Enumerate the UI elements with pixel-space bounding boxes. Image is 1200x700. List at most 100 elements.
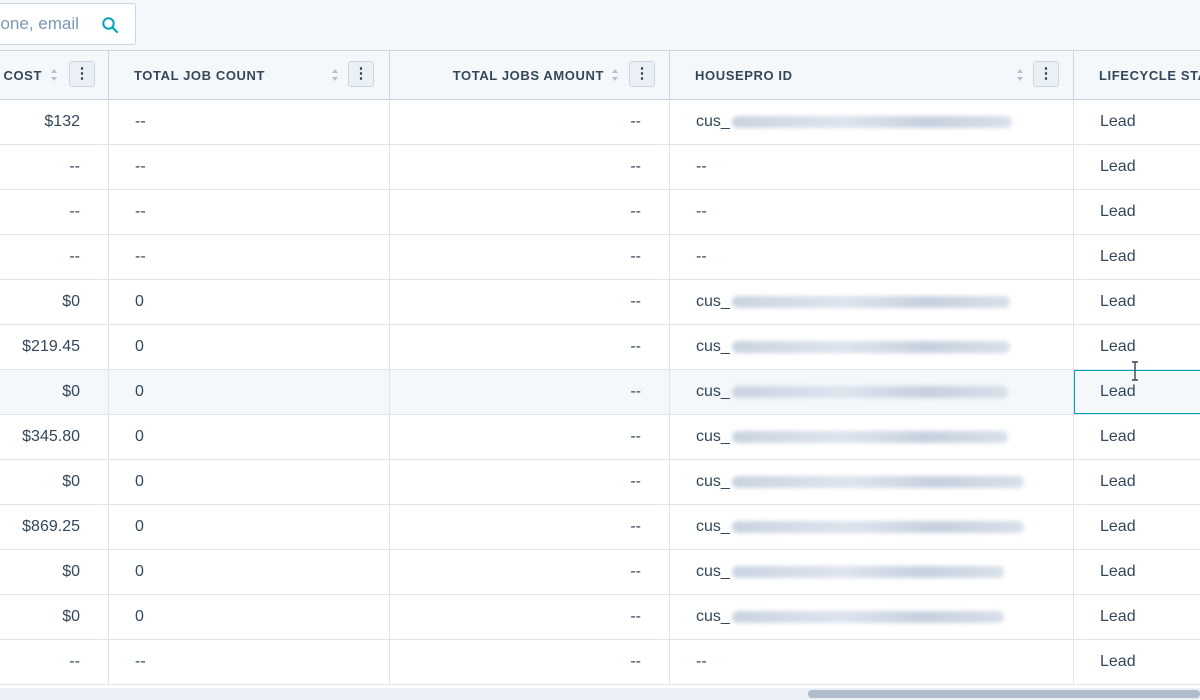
sort-arrows-icon[interactable] xyxy=(331,68,339,82)
cell-cost[interactable]: $869.25 xyxy=(0,505,109,549)
search-input[interactable] xyxy=(0,4,97,44)
cell-total-job-count[interactable]: 0 xyxy=(109,460,390,504)
cell-lifecycle-stage[interactable]: Lead xyxy=(1074,595,1200,639)
cell-lifecycle-stage[interactable]: Lead xyxy=(1074,100,1200,144)
column-menu-button[interactable]: ⋮ xyxy=(1033,61,1059,87)
cell-total-job-count[interactable]: 0 xyxy=(109,370,390,414)
cell-housepro-id[interactable]: cus_ xyxy=(670,100,1074,144)
cell-housepro-id[interactable]: cus_ xyxy=(670,370,1074,414)
cell-total-jobs-amount[interactable]: -- xyxy=(390,595,670,639)
cell-cost[interactable]: $0 xyxy=(0,370,109,414)
table-row[interactable]: -- -- -- -- Lead xyxy=(0,235,1200,280)
cell-total-jobs-amount-text: -- xyxy=(630,158,641,175)
column-menu-button[interactable]: ⋮ xyxy=(69,61,95,87)
table-row[interactable]: -- -- -- -- Lead xyxy=(0,145,1200,190)
cell-cost[interactable]: $0 xyxy=(0,460,109,504)
cell-lifecycle-stage[interactable]: Lead xyxy=(1074,550,1200,594)
search-box[interactable] xyxy=(0,3,136,45)
column-header-total-job-count[interactable]: TOTAL JOB COUNT ⋮ xyxy=(109,51,390,99)
cell-cost[interactable]: -- xyxy=(0,145,109,189)
cell-lifecycle-stage[interactable]: Lead xyxy=(1074,190,1200,234)
horizontal-scrollbar-thumb[interactable] xyxy=(808,690,1200,698)
cell-total-jobs-amount[interactable]: -- xyxy=(390,100,670,144)
cell-housepro-id[interactable]: cus_ xyxy=(670,460,1074,504)
sort-arrows-icon[interactable] xyxy=(50,68,58,82)
table-row[interactable]: -- -- -- -- Lead xyxy=(0,640,1200,685)
cell-total-jobs-amount[interactable]: -- xyxy=(390,460,670,504)
cell-total-jobs-amount[interactable]: -- xyxy=(390,190,670,234)
cell-cost[interactable]: $219.45 xyxy=(0,325,109,369)
cell-total-jobs-amount[interactable]: -- xyxy=(390,550,670,594)
sort-arrows-icon[interactable] xyxy=(611,68,619,82)
table-row[interactable]: $219.45 0 -- cus_ Lead xyxy=(0,325,1200,370)
cell-total-job-count[interactable]: 0 xyxy=(109,595,390,639)
cell-total-jobs-amount[interactable]: -- xyxy=(390,325,670,369)
cell-lifecycle-stage[interactable]: Lead xyxy=(1074,640,1200,684)
cell-cost[interactable]: $0 xyxy=(0,550,109,594)
cell-housepro-id[interactable]: -- xyxy=(670,640,1074,684)
table-row[interactable]: $869.25 0 -- cus_ Lead xyxy=(0,505,1200,550)
cell-housepro-id[interactable]: -- xyxy=(670,235,1074,279)
cell-total-job-count[interactable]: -- xyxy=(109,100,390,144)
cell-cost[interactable]: -- xyxy=(0,640,109,684)
cell-total-jobs-amount[interactable]: -- xyxy=(390,145,670,189)
cell-cost-text: $345.80 xyxy=(22,428,80,445)
search-icon[interactable] xyxy=(101,16,119,34)
cell-total-job-count[interactable]: -- xyxy=(109,235,390,279)
cell-total-jobs-amount[interactable]: -- xyxy=(390,415,670,459)
cell-total-jobs-amount[interactable]: -- xyxy=(390,370,670,414)
cell-housepro-id[interactable]: cus_ xyxy=(670,325,1074,369)
cell-lifecycle-stage[interactable]: Lead xyxy=(1074,505,1200,549)
cell-housepro-id[interactable]: cus_ xyxy=(670,280,1074,324)
cell-cost[interactable]: $0 xyxy=(0,280,109,324)
cell-housepro-id[interactable]: -- xyxy=(670,145,1074,189)
cell-cost[interactable]: $0 xyxy=(0,595,109,639)
cell-cost[interactable]: -- xyxy=(0,235,109,279)
cell-cost[interactable]: $345.80 xyxy=(0,415,109,459)
cell-housepro-id[interactable]: cus_ xyxy=(670,595,1074,639)
cell-lifecycle-stage[interactable]: Lead xyxy=(1074,460,1200,504)
cell-total-job-count[interactable]: -- xyxy=(109,145,390,189)
vertical-dots-icon: ⋮ xyxy=(74,65,90,82)
sort-arrows-icon[interactable] xyxy=(1016,68,1024,82)
cell-cost[interactable]: $132 xyxy=(0,100,109,144)
cell-total-job-count[interactable]: 0 xyxy=(109,280,390,324)
column-header-lifecycle-stage[interactable]: LIFECYCLE STA xyxy=(1074,51,1200,99)
cell-total-job-count[interactable]: 0 xyxy=(109,505,390,549)
cell-housepro-id[interactable]: cus_ xyxy=(670,415,1074,459)
column-menu-button[interactable]: ⋮ xyxy=(629,61,655,87)
cell-lifecycle-stage[interactable]: Lead xyxy=(1074,280,1200,324)
column-header-total-jobs-amount[interactable]: TOTAL JOBS AMOUNT ⋮ xyxy=(390,51,670,99)
cell-total-jobs-amount[interactable]: -- xyxy=(390,640,670,684)
cell-total-job-count[interactable]: -- xyxy=(109,190,390,234)
table-row[interactable]: $0 0 -- cus_ Lead xyxy=(0,550,1200,595)
cell-total-job-count[interactable]: 0 xyxy=(109,415,390,459)
cell-lifecycle-stage[interactable]: Lead xyxy=(1074,235,1200,279)
cell-total-jobs-amount-text: -- xyxy=(630,293,641,310)
column-menu-button[interactable]: ⋮ xyxy=(348,61,374,87)
cell-cost[interactable]: -- xyxy=(0,190,109,234)
column-header-cost[interactable]: E COST ⋮ xyxy=(0,51,109,99)
table-row[interactable]: $0 0 -- cus_ Lead xyxy=(0,280,1200,325)
column-header-housepro-id[interactable]: HOUSEPRO ID ⋮ xyxy=(670,51,1074,99)
column-header-label: LIFECYCLE STA xyxy=(1099,68,1200,83)
table-row[interactable]: $132 -- -- cus_ Lead xyxy=(0,100,1200,145)
table-row[interactable]: $0 0 -- cus_ Lead xyxy=(0,595,1200,640)
cell-total-job-count[interactable]: -- xyxy=(109,640,390,684)
cell-total-jobs-amount[interactable]: -- xyxy=(390,505,670,549)
cell-housepro-id[interactable]: cus_ xyxy=(670,550,1074,594)
cell-housepro-id[interactable]: cus_ xyxy=(670,505,1074,549)
cell-housepro-id[interactable]: -- xyxy=(670,190,1074,234)
cell-total-job-count[interactable]: 0 xyxy=(109,325,390,369)
table-row[interactable]: $345.80 0 -- cus_ Lead xyxy=(0,415,1200,460)
table-row[interactable]: $0 0 -- cus_ Lead xyxy=(0,370,1200,415)
table-header: E COST ⋮ TOTAL JOB COUNT ⋮ TOTAL JOBS AM… xyxy=(0,51,1200,100)
cell-total-jobs-amount[interactable]: -- xyxy=(390,280,670,324)
table-row[interactable]: $0 0 -- cus_ Lead xyxy=(0,460,1200,505)
cell-lifecycle-stage[interactable]: Lead xyxy=(1074,415,1200,459)
cell-total-jobs-amount[interactable]: -- xyxy=(390,235,670,279)
cell-total-job-count[interactable]: 0 xyxy=(109,550,390,594)
table-row[interactable]: -- -- -- -- Lead xyxy=(0,190,1200,235)
cell-lifecycle-stage[interactable]: Lead xyxy=(1074,145,1200,189)
cell-lifecycle-stage-text: Lead xyxy=(1100,383,1136,400)
